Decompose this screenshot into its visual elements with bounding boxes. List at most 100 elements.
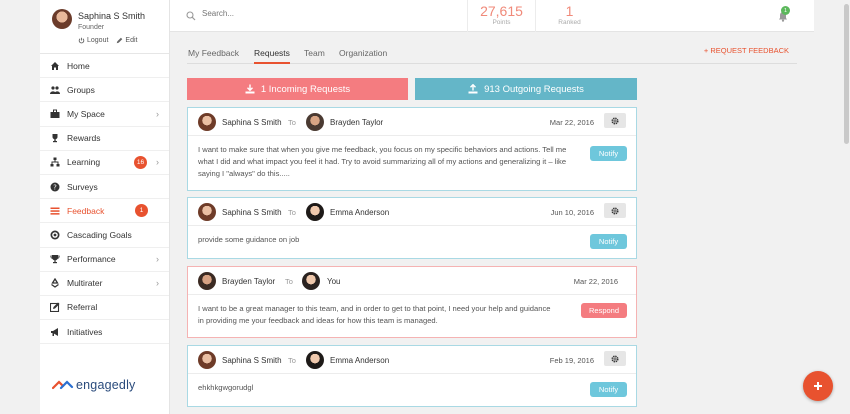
download-icon (245, 84, 255, 94)
cup-icon (50, 254, 60, 264)
avatar[interactable] (306, 113, 324, 131)
recipient-name[interactable]: Emma Anderson (330, 356, 389, 365)
request-feedback-link[interactable]: + REQUEST FEEDBACK (704, 46, 789, 55)
home-icon (50, 61, 60, 71)
settings-button[interactable] (604, 203, 626, 218)
ranked-stat: 1 Ranked (535, 0, 603, 32)
sidebar-item-my-space[interactable]: My Space › (40, 102, 169, 127)
avatar[interactable] (52, 9, 72, 29)
logo-arrows-icon (52, 380, 74, 390)
sidebar-item-label: Feedback (67, 205, 105, 216)
sitemap-icon (50, 157, 60, 167)
points-value: 27,615 (480, 3, 523, 19)
incoming-requests-button[interactable]: 1 Incoming Requests (187, 78, 408, 100)
avatar[interactable] (306, 351, 324, 369)
to-label: To (288, 118, 296, 127)
sidebar-item-label: Multirater (67, 278, 103, 289)
sidebar-item-surveys[interactable]: ? Surveys (40, 175, 169, 200)
edit-link[interactable]: Edit (116, 37, 137, 44)
list-icon (50, 206, 60, 216)
to-label: To (285, 277, 293, 286)
tab-organization[interactable]: Organization (339, 48, 387, 58)
notifications-button[interactable]: 1 (778, 6, 790, 27)
logout-label: Logout (87, 37, 109, 44)
recipient-name[interactable]: Brayden Taylor (330, 118, 383, 127)
notify-button[interactable]: Notify (590, 382, 627, 397)
recipient-name[interactable]: Emma Anderson (330, 208, 389, 217)
profile-links: Logout Edit (78, 37, 137, 44)
sidebar-item-initiatives[interactable]: Initiatives (40, 320, 169, 345)
tab-team[interactable]: Team (304, 48, 325, 58)
sidebar-item-label: Performance (67, 254, 116, 265)
tab-my-feedback[interactable]: My Feedback (188, 48, 239, 58)
user-role: Founder (78, 24, 105, 31)
sidebar-item-performance[interactable]: Performance › (40, 248, 169, 272)
sender-name[interactable]: Saphina S Smith (222, 118, 282, 127)
search-input[interactable] (202, 9, 422, 18)
user-name[interactable]: Saphina S Smith (78, 11, 145, 21)
sidebar-item-rewards[interactable]: Rewards (40, 127, 169, 151)
request-date: Jun 10, 2016 (550, 208, 594, 217)
request-text: provide some guidance on job (198, 235, 300, 244)
gear-icon (611, 354, 619, 363)
recycle-icon (50, 278, 60, 289)
sidebar-item-cascading-goals[interactable]: Cascading Goals (40, 223, 169, 248)
card-body: provide some guidance on job Notify (188, 226, 636, 254)
sender-name[interactable]: Saphina S Smith (222, 208, 282, 217)
sender-name[interactable]: Brayden Taylor (222, 277, 275, 286)
sender-name[interactable]: Saphina S Smith (222, 356, 282, 365)
respond-button[interactable]: Respond (581, 303, 627, 318)
request-date: Mar 22, 2016 (573, 277, 618, 286)
engagedly-logo[interactable]: engagedly (52, 378, 136, 392)
sidebar-item-home[interactable]: Home (40, 54, 169, 79)
to-label: To (288, 208, 296, 217)
avatar[interactable] (198, 351, 216, 369)
card-header: Saphina S Smith To Emma Anderson Feb 19,… (188, 346, 636, 374)
sidebar-item-groups[interactable]: Groups (40, 78, 169, 103)
request-card: Saphina S Smith To Brayden Taylor Mar 22… (187, 107, 637, 191)
add-fab-button[interactable] (803, 371, 833, 401)
sidebar-item-label: Learning (67, 157, 101, 168)
page-scrollbar[interactable] (814, 0, 850, 414)
avatar[interactable] (306, 203, 324, 221)
request-text: I want to be a great manager to this tea… (198, 304, 551, 325)
request-date: Feb 19, 2016 (549, 356, 594, 365)
sidebar-item-feedback[interactable]: Feedback 1 (40, 199, 169, 224)
sidebar-item-referral[interactable]: Referral (40, 296, 169, 321)
users-icon (50, 85, 60, 95)
sidebar-item-multirater[interactable]: Multirater › (40, 272, 169, 296)
tab-requests[interactable]: Requests (254, 48, 290, 64)
request-text: I want to make sure that when you give m… (198, 145, 567, 178)
points-label: Points (492, 19, 511, 26)
settings-button[interactable] (604, 113, 626, 128)
ranked-value: 1 (565, 3, 574, 19)
ranked-label: Ranked (558, 19, 581, 26)
gear-icon (611, 206, 619, 215)
recipient-name[interactable]: You (327, 277, 341, 286)
feedback-badge: 1 (135, 204, 148, 218)
logout-link[interactable]: Logout (78, 37, 108, 44)
card-body: ehkhkgwgorudgl Notify (188, 374, 636, 402)
avatar[interactable] (198, 272, 216, 290)
card-header: Brayden Taylor To You Mar 22, 2016 (188, 267, 636, 295)
request-card: Saphina S Smith To Emma Anderson Jun 10,… (187, 197, 637, 259)
scrollbar-thumb[interactable] (844, 4, 849, 144)
avatar[interactable] (198, 113, 216, 131)
notify-button[interactable]: Notify (590, 146, 627, 161)
card-header: Saphina S Smith To Emma Anderson Jun 10,… (188, 198, 636, 226)
outgoing-requests-button[interactable]: 913 Outgoing Requests (415, 78, 637, 100)
settings-button[interactable] (604, 351, 626, 366)
chevron-right-icon: › (156, 157, 159, 168)
avatar[interactable] (302, 272, 320, 290)
avatar[interactable] (198, 203, 216, 221)
card-header: Saphina S Smith To Brayden Taylor Mar 22… (188, 108, 636, 136)
sidebar-item-learning[interactable]: Learning 16 › (40, 151, 169, 175)
trophy-icon (50, 133, 60, 143)
sidebar-item-label: Surveys (67, 181, 98, 192)
question-icon: ? (50, 182, 60, 192)
outgoing-label: 913 Outgoing Requests (484, 83, 584, 95)
notify-button[interactable]: Notify (590, 234, 627, 249)
feedback-tabs: My Feedback Requests Team Organization +… (187, 46, 797, 64)
chevron-right-icon: › (156, 278, 159, 289)
sidebar-item-label: Referral (67, 302, 98, 313)
